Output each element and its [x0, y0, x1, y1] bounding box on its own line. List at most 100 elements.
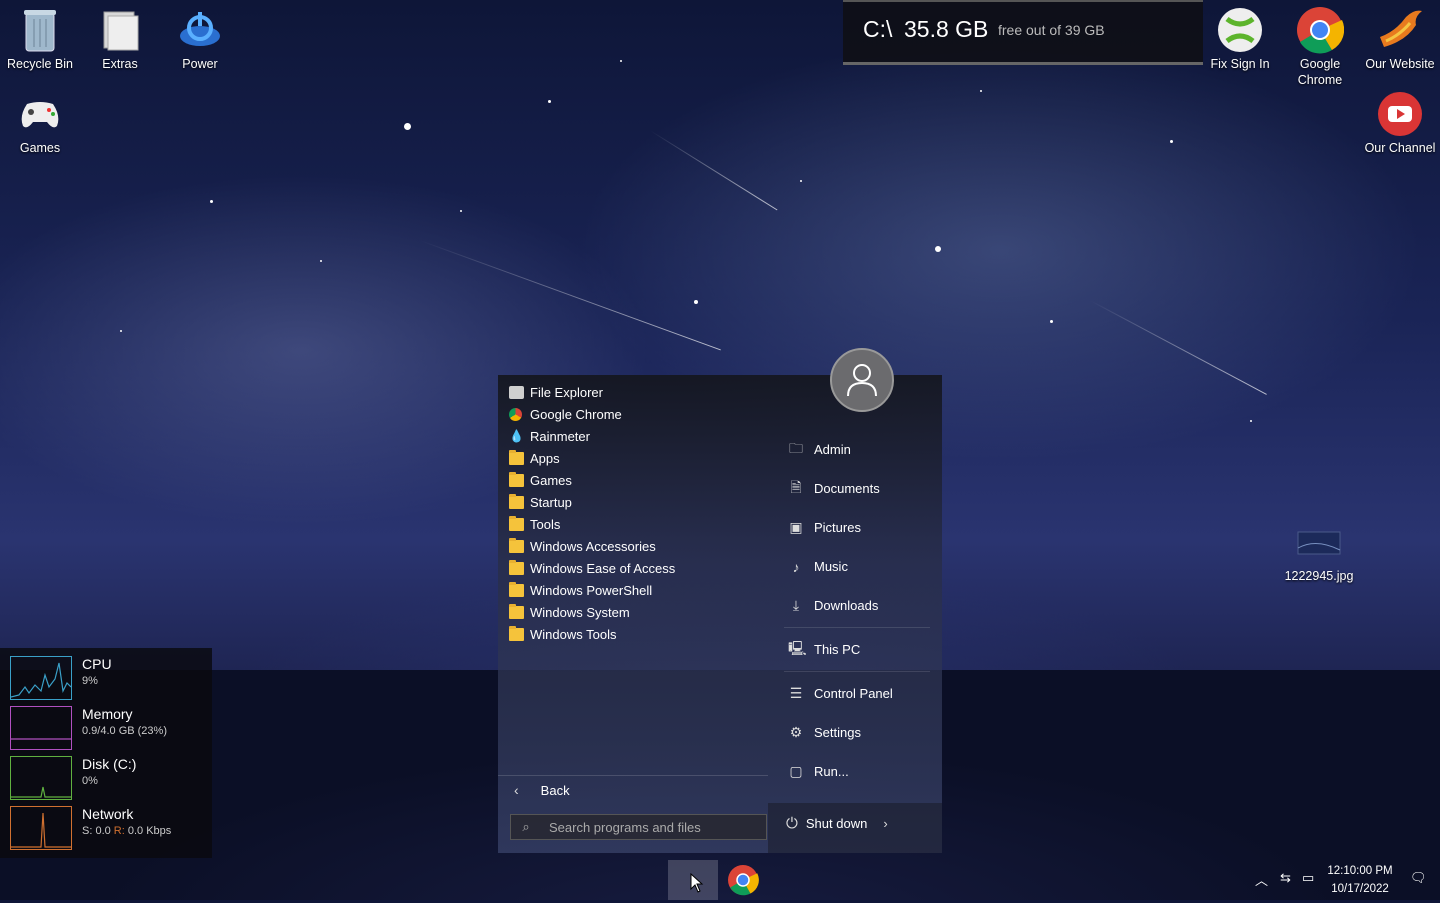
network-icon[interactable]: ⇆: [1280, 870, 1291, 886]
user-folder-icon: 🗀: [789, 439, 803, 456]
perf-name: Memory: [82, 706, 133, 722]
display-icon[interactable]: ▭: [1302, 870, 1314, 886]
run-icon: ▢: [789, 763, 803, 779]
chrome-icon: [509, 407, 522, 421]
drive-free-text: free out of 39 GB: [998, 22, 1105, 38]
perf-cpu: CPU 9%: [10, 656, 205, 700]
shutdown-button[interactable]: ⏻ Shut down ›: [786, 815, 888, 832]
drive-free-size: 35.8 GB: [904, 16, 989, 42]
divider: [784, 671, 930, 672]
program-item-google-chrome[interactable]: Google Chrome: [498, 403, 768, 425]
youtube-icon: [1376, 90, 1424, 138]
program-item-windows-system[interactable]: Windows System: [498, 601, 768, 623]
desktop-icon-extras[interactable]: Extras: [80, 6, 160, 72]
program-item-rainmeter[interactable]: 💧 Rainmeter: [498, 425, 768, 447]
place-downloads[interactable]: ⤓ Downloads: [780, 586, 930, 625]
folder-icon: [509, 515, 524, 531]
perf-value: 9%: [82, 675, 98, 687]
cpu-graph: [10, 656, 72, 700]
divider: [784, 627, 930, 628]
document-icon: 🗎: [790, 478, 802, 495]
back-button[interactable]: ‹ Back: [498, 775, 768, 804]
place-control-panel[interactable]: ☰ Control Panel: [780, 674, 930, 713]
desktop-icon-games[interactable]: Games: [0, 90, 80, 156]
folder-icon: [509, 603, 524, 619]
program-item-windows-accessories[interactable]: Windows Accessories: [498, 535, 768, 557]
start-menu: File Explorer Google Chrome 💧 Rainmeter …: [498, 375, 942, 853]
places-list: 🗀 Admin 🗎 Documents ▣ Pictures ♪ Music ⤓ Down…: [780, 430, 930, 791]
clock[interactable]: 12:10:00 PM 10/17/2022: [1322, 862, 1398, 898]
desktop-icon-fix-sign-in[interactable]: Fix Sign In: [1200, 6, 1280, 72]
program-item-file-explorer[interactable]: File Explorer: [498, 381, 768, 403]
mouse-cursor-icon: [690, 873, 704, 893]
taskbar-chrome-button[interactable]: [725, 862, 761, 898]
folder-icon: [509, 471, 524, 487]
music-icon: ♪: [792, 558, 800, 575]
place-this-pc[interactable]: 🖳 This PC: [780, 630, 930, 669]
recycle-bin-icon: [16, 6, 64, 54]
chrome-icon: [1296, 6, 1344, 54]
show-hidden-icons-chevron-icon[interactable]: ︿: [1255, 870, 1268, 889]
taskbar: [0, 860, 1440, 900]
gear-icon: ⚙: [789, 724, 803, 740]
program-item-startup[interactable]: Startup: [498, 491, 768, 513]
desktop-icon-our-channel[interactable]: Our Channel: [1360, 90, 1440, 156]
program-item-games[interactable]: Games: [498, 469, 768, 491]
memory-graph: [10, 706, 72, 750]
user-avatar[interactable]: [830, 348, 894, 412]
place-music[interactable]: ♪ Music: [780, 547, 930, 586]
program-item-tools[interactable]: Tools: [498, 513, 768, 535]
program-item-windows-ease-of-access[interactable]: Windows Ease of Access: [498, 557, 768, 579]
file-explorer-icon: [509, 385, 524, 399]
control-panel-icon: ☰: [789, 685, 803, 701]
desktop-icon-power[interactable]: Power: [160, 6, 240, 72]
place-settings[interactable]: ⚙ Settings: [780, 713, 930, 752]
download-icon: ⤓: [792, 597, 800, 613]
perf-disk: Disk (C:) 0%: [10, 756, 205, 800]
perf-name: Network: [82, 806, 134, 822]
picture-icon: ▣: [789, 519, 803, 535]
folder-icon: [509, 493, 524, 509]
drive-letter: C:\: [863, 16, 893, 42]
system-monitor-widget: CPU 9% Memory 0.9/4.0 GB (23%) Disk (C:)…: [0, 648, 212, 858]
place-admin[interactable]: 🗀 Admin: [780, 430, 930, 469]
program-item-windows-powershell[interactable]: Windows PowerShell: [498, 579, 768, 601]
program-item-windows-tools[interactable]: Windows Tools: [498, 623, 768, 645]
phoenix-icon: [1376, 6, 1424, 54]
perf-value: S: 0.0 R: 0.0 Kbps: [82, 825, 172, 837]
place-documents[interactable]: 🗎 Documents: [780, 469, 930, 508]
desktop-file-image[interactable]: 1222945.jpg: [1279, 518, 1359, 584]
network-graph: [10, 806, 72, 850]
folder-stack-icon: [96, 6, 144, 54]
folder-icon: [509, 537, 524, 553]
disk-graph: [10, 756, 72, 800]
xbox-icon: [1216, 6, 1264, 54]
desktop-icon-recycle-bin[interactable]: Recycle Bin: [0, 6, 80, 72]
program-item-apps[interactable]: Apps: [498, 447, 768, 469]
perf-value: 0.9/4.0 GB (23%): [82, 725, 167, 737]
perf-memory: Memory 0.9/4.0 GB (23%): [10, 706, 205, 750]
place-pictures[interactable]: ▣ Pictures: [780, 508, 930, 547]
clock-time: 12:10:00 PM: [1327, 865, 1393, 877]
power-icon: ⏻: [786, 815, 798, 832]
search-box[interactable]: ⌕: [510, 814, 767, 840]
perf-name: Disk (C:): [82, 756, 137, 772]
perf-value: 0%: [82, 775, 98, 787]
place-run[interactable]: ▢ Run...: [780, 752, 930, 791]
chevron-right-icon[interactable]: ›: [883, 816, 887, 831]
desktop-icon-google-chrome[interactable]: Google Chrome: [1280, 6, 1360, 88]
rainmeter-icon: 💧: [509, 428, 524, 443]
power-icon: [176, 6, 224, 54]
perf-name: CPU: [82, 656, 112, 672]
perf-network: Network S: 0.0 R: 0.0 Kbps: [10, 806, 205, 850]
desktop-icon-our-website[interactable]: Our Website: [1360, 6, 1440, 72]
program-list: File Explorer Google Chrome 💧 Rainmeter …: [498, 381, 768, 645]
clock-date: 10/17/2022: [1331, 883, 1389, 895]
search-input[interactable]: [547, 818, 751, 836]
notification-icon[interactable]: 🗨: [1410, 870, 1427, 886]
folder-icon: [509, 581, 524, 597]
folder-icon: [509, 625, 524, 641]
drive-space-widget: C:\ 35.8 GB free out of 39 GB: [843, 0, 1203, 65]
chevron-left-icon: ‹: [514, 782, 519, 798]
search-icon: ⌕: [522, 819, 530, 834]
